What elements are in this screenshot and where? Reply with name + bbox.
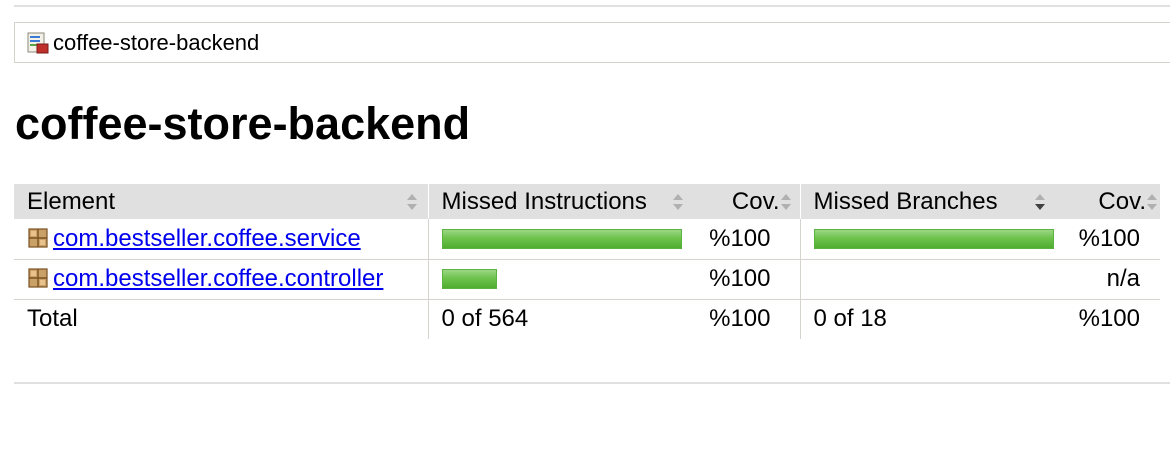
bottom-divider	[14, 382, 1170, 384]
coverage-table: Element Missed Instructions Cov. Missed …	[14, 184, 1160, 339]
package-icon	[28, 228, 48, 248]
cov-instructions-cell: %100	[684, 259, 800, 300]
instructions-coverage-bar	[441, 269, 497, 289]
header-cov-branches[interactable]: Cov.	[1056, 184, 1160, 219]
cov-instructions-cell: %100	[684, 219, 800, 260]
missed-instructions-cell	[427, 259, 684, 300]
header-missed-instructions[interactable]: Missed Instructions	[427, 184, 684, 219]
element-cell: com.bestseller.coffee.controller	[14, 259, 428, 300]
report-icon	[27, 32, 49, 53]
breadcrumb-label: coffee-store-backend	[53, 29, 260, 55]
table-header-row: Element Missed Instructions Cov. Missed …	[14, 184, 1160, 219]
missed-branches-cell	[799, 219, 1056, 260]
sort-both-icon[interactable]	[672, 192, 684, 212]
header-element[interactable]: Element	[14, 184, 428, 219]
cov-branches-cell: %100	[1056, 219, 1160, 260]
missed-instructions-cell	[427, 219, 684, 260]
table-row: com.bestseller.coffee.controller %100 n/…	[14, 259, 1160, 300]
table-total-row: Total 0 of 564 %100 0 of 18 %100	[14, 299, 1160, 339]
sort-both-icon[interactable]	[780, 192, 792, 212]
sort-both-icon[interactable]	[1146, 192, 1158, 212]
package-link-service[interactable]: com.bestseller.coffee.service	[53, 225, 361, 252]
total-cov-instructions: %100	[709, 305, 771, 333]
table-row: com.bestseller.coffee.service %100 %100	[14, 219, 1160, 260]
total-missed-instructions: 0 of 564	[427, 299, 684, 339]
total-missed-branches: 0 of 18	[799, 299, 1056, 339]
package-link-controller[interactable]: com.bestseller.coffee.controller	[53, 265, 383, 292]
page-title: coffee-store-backend	[15, 98, 471, 149]
total-label: Total	[27, 305, 78, 333]
element-cell: com.bestseller.coffee.service	[14, 219, 428, 260]
missed-branches-cell	[799, 259, 1056, 300]
sort-descending-icon[interactable]	[1034, 192, 1046, 212]
header-cov-instructions[interactable]: Cov.	[684, 184, 800, 219]
total-cov-branches: %100	[1078, 305, 1140, 333]
package-icon	[28, 268, 48, 288]
branches-coverage-bar	[813, 228, 1054, 249]
cov-branches-cell: n/a	[1056, 259, 1160, 300]
sort-both-icon[interactable]	[406, 192, 418, 212]
breadcrumb: coffee-store-backend	[14, 22, 1170, 63]
top-divider	[14, 5, 1170, 7]
header-missed-branches[interactable]: Missed Branches	[799, 184, 1056, 219]
instructions-coverage-bar	[441, 228, 682, 249]
